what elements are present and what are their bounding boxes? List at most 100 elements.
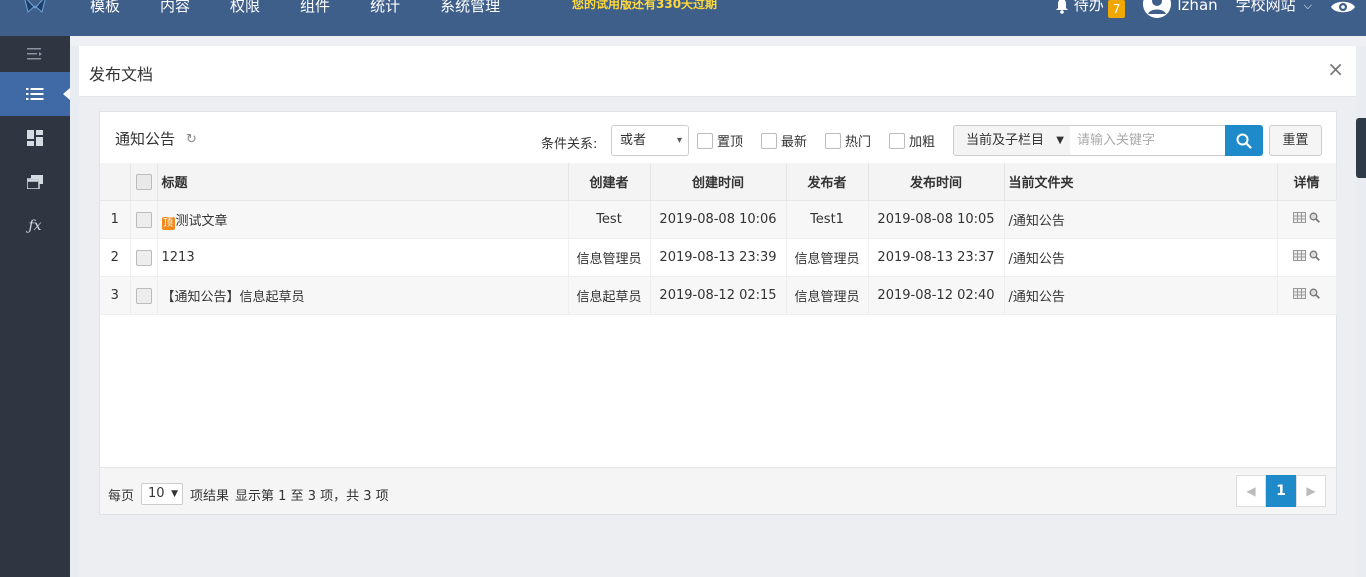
avatar[interactable] bbox=[1143, 0, 1172, 18]
bell-icon[interactable] bbox=[1054, 0, 1070, 14]
page-size-control: 每页 10 ▼ 项结果 显示第 1 至 3 项，共 3 项 bbox=[108, 483, 389, 505]
row-creator: Test bbox=[568, 200, 651, 239]
row-created-time: 2019-08-12 02:15 bbox=[650, 276, 787, 315]
sidebar: ƒx bbox=[0, 36, 70, 577]
magnifier-icon[interactable] bbox=[1309, 288, 1320, 299]
table-row[interactable]: 3 【通知公告】信息起草员 信息起草员 2019-08-12 02:15 信息管… bbox=[100, 276, 1337, 315]
condition-select[interactable]: 或者 ▾ bbox=[611, 125, 689, 156]
row-published-time: 2019-08-08 10:05 bbox=[868, 200, 1005, 239]
refresh-icon[interactable]: ↻ bbox=[186, 132, 197, 147]
row-title-cell[interactable]: 1213 bbox=[157, 238, 569, 277]
keyword-input[interactable] bbox=[1070, 125, 1226, 156]
page-size-value: 10 bbox=[148, 486, 165, 501]
row-published-time: 2019-08-12 02:40 bbox=[868, 276, 1005, 315]
nav-item-system[interactable]: 系统管理 bbox=[420, 0, 520, 36]
checkbox-label: 置顶 bbox=[717, 135, 744, 150]
caret-down-icon: ▼ bbox=[171, 489, 179, 499]
row-title[interactable]: 【通知公告】信息起草员 bbox=[162, 290, 305, 305]
dashboard-icon bbox=[27, 130, 43, 146]
row-actions bbox=[1277, 200, 1337, 239]
scope-dropdown[interactable]: 当前及子栏目 ▼ bbox=[953, 125, 1071, 156]
page-size-select[interactable]: 10 ▼ bbox=[141, 483, 184, 505]
row-creator: 信息起草员 bbox=[568, 276, 651, 315]
filter-hot[interactable]: 热门 bbox=[825, 131, 871, 150]
col-title[interactable]: 标题 bbox=[157, 163, 569, 201]
trial-notice: 您的试用版还有330天过期 bbox=[572, 0, 718, 11]
pinned-badge: 顶 bbox=[161, 216, 175, 230]
sidebar-item-windows[interactable] bbox=[0, 160, 70, 204]
search-button[interactable] bbox=[1225, 125, 1263, 156]
next-page-button[interactable]: ▶ bbox=[1296, 475, 1326, 507]
chevron-down-icon[interactable]: ⌵ bbox=[1304, 0, 1312, 16]
nav-item-statistics[interactable]: 统计 bbox=[350, 0, 420, 36]
select-all-checkbox[interactable] bbox=[135, 173, 152, 190]
function-icon[interactable]: ƒx bbox=[0, 204, 70, 248]
result-info: 显示第 1 至 3 项，共 3 项 bbox=[235, 488, 389, 504]
col-publisher[interactable]: 发布者 bbox=[786, 163, 869, 201]
filter-bold[interactable]: 加粗 bbox=[889, 131, 935, 150]
scroll-handle[interactable] bbox=[1356, 118, 1366, 178]
checkbox-newest[interactable] bbox=[761, 132, 777, 149]
reset-button[interactable]: 重置 bbox=[1269, 125, 1322, 156]
windows-icon bbox=[27, 175, 43, 189]
dialog-header: 发布文档 × bbox=[79, 46, 1356, 97]
row-checkbox[interactable] bbox=[135, 287, 152, 304]
checkbox-top[interactable] bbox=[697, 132, 713, 149]
row-publisher: 信息管理员 bbox=[786, 238, 869, 277]
document-panel: 通知公告 ↻ 条件关系: 或者 ▾ 置顶 最新 热门 加粗 当前及子栏目 ▼ 请… bbox=[99, 111, 1337, 515]
todo-count-badge: 7 bbox=[1107, 0, 1126, 18]
magnifier-icon[interactable] bbox=[1309, 250, 1320, 261]
table-row[interactable]: 1 顶测试文章 Test 2019-08-08 10:06 Test1 2019… bbox=[100, 200, 1337, 239]
row-folder: /通知公告 bbox=[1004, 200, 1278, 239]
table-icon[interactable] bbox=[1293, 288, 1306, 299]
table-icon[interactable] bbox=[1293, 212, 1306, 223]
publish-dialog: 发布文档 × 通知公告 ↻ 条件关系: 或者 ▾ 置顶 最新 热门 加粗 当前及… bbox=[79, 46, 1356, 577]
row-title[interactable]: 1213 bbox=[162, 250, 195, 265]
col-creator[interactable]: 创建者 bbox=[568, 163, 651, 201]
page-button[interactable]: 1 bbox=[1266, 475, 1296, 507]
per-page-label: 每页 bbox=[108, 488, 135, 504]
close-icon[interactable]: × bbox=[1327, 58, 1344, 80]
row-folder: /通知公告 bbox=[1004, 238, 1278, 277]
col-created-time[interactable]: 创建时间 bbox=[650, 163, 787, 201]
filter-newest[interactable]: 最新 bbox=[761, 131, 807, 150]
caret-down-icon: ▼ bbox=[1056, 135, 1064, 146]
table-row[interactable]: 2 1213 信息管理员 2019-08-13 23:39 信息管理员 2019… bbox=[100, 238, 1337, 277]
row-checkbox[interactable] bbox=[135, 249, 152, 266]
logo-icon bbox=[24, 0, 46, 13]
row-title[interactable]: 测试文章 bbox=[176, 214, 228, 229]
checkbox-hot[interactable] bbox=[825, 132, 841, 149]
sidebar-item-list[interactable] bbox=[0, 72, 70, 116]
col-folder[interactable]: 当前文件夹 bbox=[1004, 163, 1278, 201]
filter-top[interactable]: 置顶 bbox=[697, 131, 743, 150]
nav-item-content[interactable]: 内容 bbox=[140, 0, 210, 36]
prev-page-button[interactable]: ◀ bbox=[1236, 475, 1266, 507]
row-folder: /通知公告 bbox=[1004, 276, 1278, 315]
checkbox-label: 加粗 bbox=[909, 135, 936, 150]
row-publisher: Test1 bbox=[786, 200, 869, 239]
table-icon[interactable] bbox=[1293, 250, 1306, 261]
row-select-cell bbox=[130, 238, 158, 277]
eye-icon[interactable] bbox=[1330, 0, 1356, 16]
site-selector[interactable]: 学校网站 bbox=[1236, 0, 1296, 14]
user-name[interactable]: lzhan bbox=[1177, 0, 1217, 14]
nav-item-template[interactable]: 模板 bbox=[70, 0, 140, 36]
nav-item-component[interactable]: 组件 bbox=[280, 0, 350, 36]
pagination: ◀ 1 ▶ bbox=[1236, 475, 1326, 507]
checkbox-bold[interactable] bbox=[889, 132, 905, 149]
table-footer: 每页 10 ▼ 项结果 显示第 1 至 3 项，共 3 项 ◀ 1 ▶ bbox=[99, 467, 1337, 515]
row-checkbox[interactable] bbox=[135, 211, 152, 228]
col-published-time[interactable]: 发布时间 bbox=[868, 163, 1005, 201]
nav-item-permission[interactable]: 权限 bbox=[210, 0, 280, 36]
condition-value: 或者 bbox=[620, 133, 647, 148]
row-title-cell[interactable]: 顶测试文章 bbox=[157, 200, 569, 239]
row-index: 3 bbox=[100, 276, 131, 315]
row-title-cell[interactable]: 【通知公告】信息起草员 bbox=[157, 276, 569, 315]
magnifier-icon[interactable] bbox=[1309, 212, 1320, 223]
row-actions bbox=[1277, 276, 1337, 315]
row-creator: 信息管理员 bbox=[568, 238, 651, 277]
todo-label[interactable]: 待办 bbox=[1074, 0, 1104, 14]
sidebar-collapse-toggle[interactable] bbox=[0, 36, 70, 72]
dialog-title: 发布文档 bbox=[89, 65, 154, 84]
sidebar-item-dashboard[interactable] bbox=[0, 116, 70, 160]
